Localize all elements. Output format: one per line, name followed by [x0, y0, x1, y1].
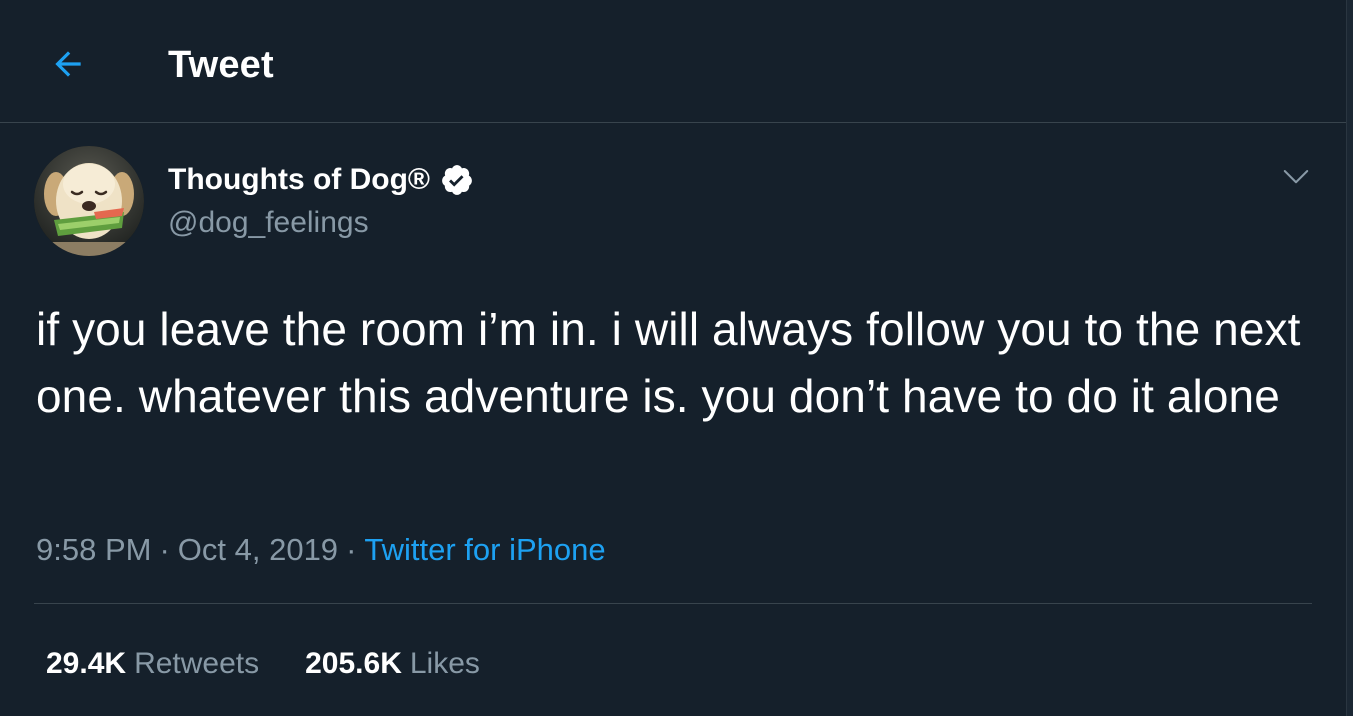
retweets-count: 29.4K [46, 647, 127, 680]
likes-stat[interactable]: 205.6K Likes [305, 644, 480, 684]
likes-label: Likes [409, 647, 480, 680]
retweets-label: Retweets [134, 647, 260, 680]
tweet-metadata: 9:58 PM · Oct 4, 2019 · Twitter for iPhone [36, 530, 606, 570]
scrollbar-track[interactable] [1346, 0, 1353, 716]
arrow-left-icon [55, 51, 81, 77]
display-name-row[interactable]: Thoughts of Dog® [168, 160, 474, 200]
meta-separator: · [346, 532, 357, 567]
retweets-stat[interactable]: 29.4K Retweets [46, 644, 259, 684]
page-title: Tweet [168, 44, 274, 86]
back-button[interactable] [36, 32, 100, 96]
display-name: Thoughts of Dog® [168, 163, 431, 196]
tweet-date[interactable]: Oct 4, 2019 [178, 532, 338, 567]
page-header: Tweet [0, 0, 1347, 123]
dog-avatar-image [34, 146, 144, 256]
meta-separator: · [159, 532, 170, 567]
tweet-menu-button[interactable] [1274, 154, 1318, 198]
likes-count: 205.6K [305, 647, 402, 680]
divider [34, 603, 1312, 604]
verified-badge-icon [442, 165, 472, 195]
tweet-source-link[interactable]: Twitter for iPhone [364, 532, 605, 567]
tweet-text: if you leave the room i’m in. i will alw… [36, 303, 1301, 422]
tweet-stats: 29.4K Retweets 205.6K Likes [46, 644, 526, 684]
avatar[interactable] [34, 146, 144, 256]
user-handle[interactable]: @dog_feelings [168, 203, 369, 243]
tweet-time[interactable]: 9:58 PM [36, 532, 151, 567]
chevron-down-icon [1283, 170, 1309, 184]
